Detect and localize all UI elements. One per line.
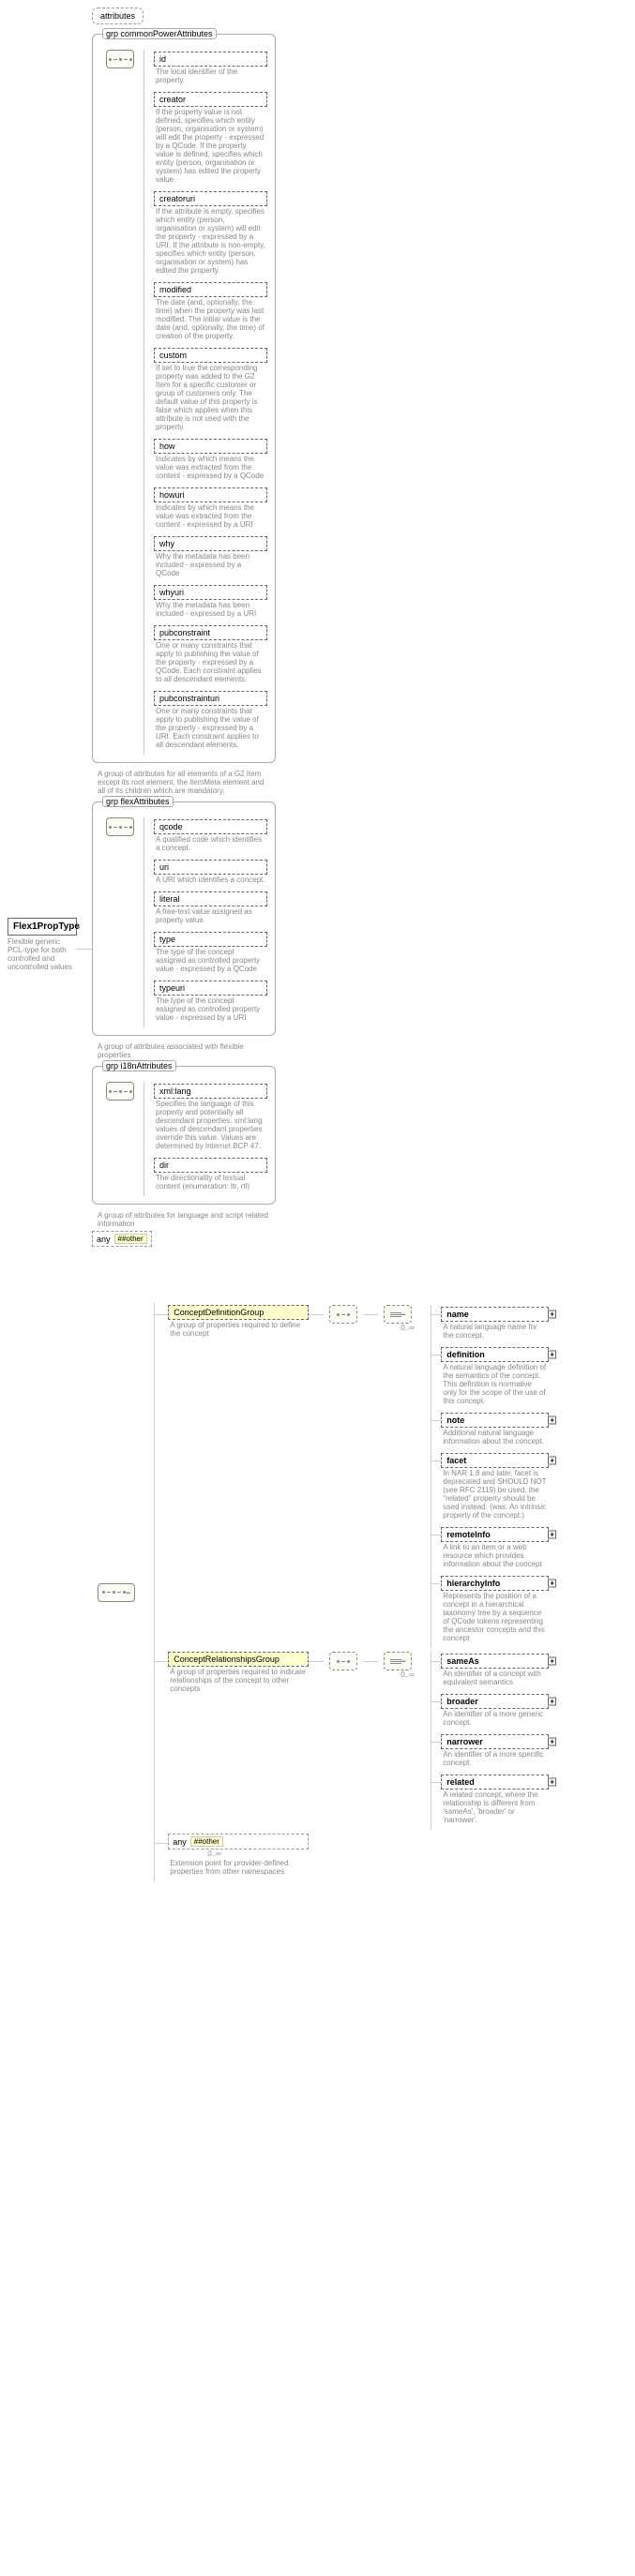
attributes-box: attributes [92,7,144,24]
attr-how: how [154,439,267,454]
sequence-icon [329,1652,357,1670]
any-element-other: any ##other [168,1834,309,1850]
multiplicity: 0..∞ [168,1850,309,1858]
multiplicity: 0..∞ [378,1670,415,1679]
root-node: Flex1PropType Flexible generic PCL-type … [8,918,77,971]
main-column: attributes grp commonPowerAttributes idT… [92,7,549,1881]
elem-definition: definition+ [441,1347,549,1362]
elem-facet: facet+ [441,1453,549,1468]
group-label: grp flexAttributes [102,796,174,807]
attr-qcode: qcode [154,819,267,834]
expand-icon[interactable]: + [548,1698,556,1706]
group-label: grp i18nAttributes [102,1060,176,1071]
attr-dir: dir [154,1158,267,1173]
expand-icon[interactable]: + [548,1351,556,1359]
attr-pubconstrainturi: pubconstrainturi [154,691,267,706]
attributes-label: attributes [100,11,135,21]
sequence-icon: − [98,1583,135,1602]
group-commonPowerAttributes: grp commonPowerAttributes idThe local id… [92,34,276,763]
multiplicity: 0..∞ [378,1324,415,1332]
attr-pubconstraint: pubconstraint [154,625,267,640]
any-element-branch: any ##other 0..∞ Extension point for pro… [168,1834,549,1880]
group-i18nAttributes: grp i18nAttributes xml:langSpecifies the… [92,1066,276,1205]
root-diagram: Flex1PropType Flexible generic PCL-type … [8,7,627,1881]
group-i18n-desc: A group of attributes for language and s… [92,1208,276,1231]
elem-sameAs: sameAs+ [441,1654,549,1669]
attr-xmllang: xml:lang [154,1084,267,1099]
expand-icon[interactable]: + [548,1580,556,1588]
conceptRelationshipsGroup: ConceptRelationshipsGroup [168,1652,309,1667]
connector [77,949,92,950]
elem-note: note+ [441,1413,549,1428]
connector [363,1661,378,1662]
concept-relationships-branch: ConceptRelationshipsGroup A group of pro… [168,1652,549,1830]
expand-icon[interactable]: + [548,1657,556,1666]
collapse-icon[interactable]: − [401,1656,406,1666]
elem-name: name+ [441,1307,549,1322]
choice-icon: − [384,1652,412,1670]
expand-icon[interactable]: + [548,1310,556,1319]
expand-icon[interactable]: + [548,1457,556,1465]
concept-definition-branch: ConceptDefinitionGroup A group of proper… [168,1305,549,1648]
sequence-icon [106,50,134,68]
attr-creator: creator [154,92,267,107]
attr-howuri: howuri [154,487,267,502]
elem-hierarchyInfo: hierarchyInfo+ [441,1576,549,1591]
group-flex-desc: A group of attributes associated with fl… [92,1040,276,1062]
attr-modified: modified [154,282,267,297]
any-namespace: ##other [114,1234,147,1244]
attr-custom: custom [154,348,267,363]
root-desc: Flexible generic PCL-type for both contr… [8,936,77,971]
any-label: any [97,1235,111,1244]
connector [309,1661,324,1662]
children-sequence: − ConceptDefinitionGroup A group of prop… [92,1303,549,1881]
attr-creatoruri: creatoruri [154,191,267,206]
sequence-icon [106,1082,134,1101]
group-common-desc: A group of attributes for all elements o… [92,767,276,798]
attr-literal: literal [154,891,267,906]
attr-typeuri: typeuri [154,981,267,996]
expand-icon[interactable]: + [548,1738,556,1746]
any-attribute-other: any ##other [92,1231,152,1247]
root-type-name: Flex1PropType [8,918,77,936]
connector [363,1314,378,1315]
attr-why: why [154,536,267,551]
expand-icon[interactable]: + [548,1531,556,1539]
sequence-icon [106,817,134,836]
attr-type: type [154,932,267,947]
group-label: grp commonPowerAttributes [102,28,217,39]
choice-icon: − [384,1305,412,1324]
conceptDefinitionGroup: ConceptDefinitionGroup [168,1305,309,1320]
expand-icon[interactable]: + [548,1778,556,1787]
sequence-icon [329,1305,357,1324]
group-flexAttributes: grp flexAttributes qcodeA qualified code… [92,801,276,1036]
elem-remoteInfo: remoteInfo+ [441,1527,549,1542]
elem-broader: broader+ [441,1694,549,1709]
attr-uri: uri [154,860,267,875]
collapse-icon[interactable]: − [401,1310,406,1319]
expand-icon[interactable]: + [548,1416,556,1425]
elem-narrower: narrower+ [441,1734,549,1749]
attr-whyuri: whyuri [154,585,267,600]
collapse-icon[interactable]: − [126,1588,130,1597]
elem-related: related+ [441,1775,549,1790]
connector [309,1314,324,1315]
attr-id: id [154,52,267,67]
